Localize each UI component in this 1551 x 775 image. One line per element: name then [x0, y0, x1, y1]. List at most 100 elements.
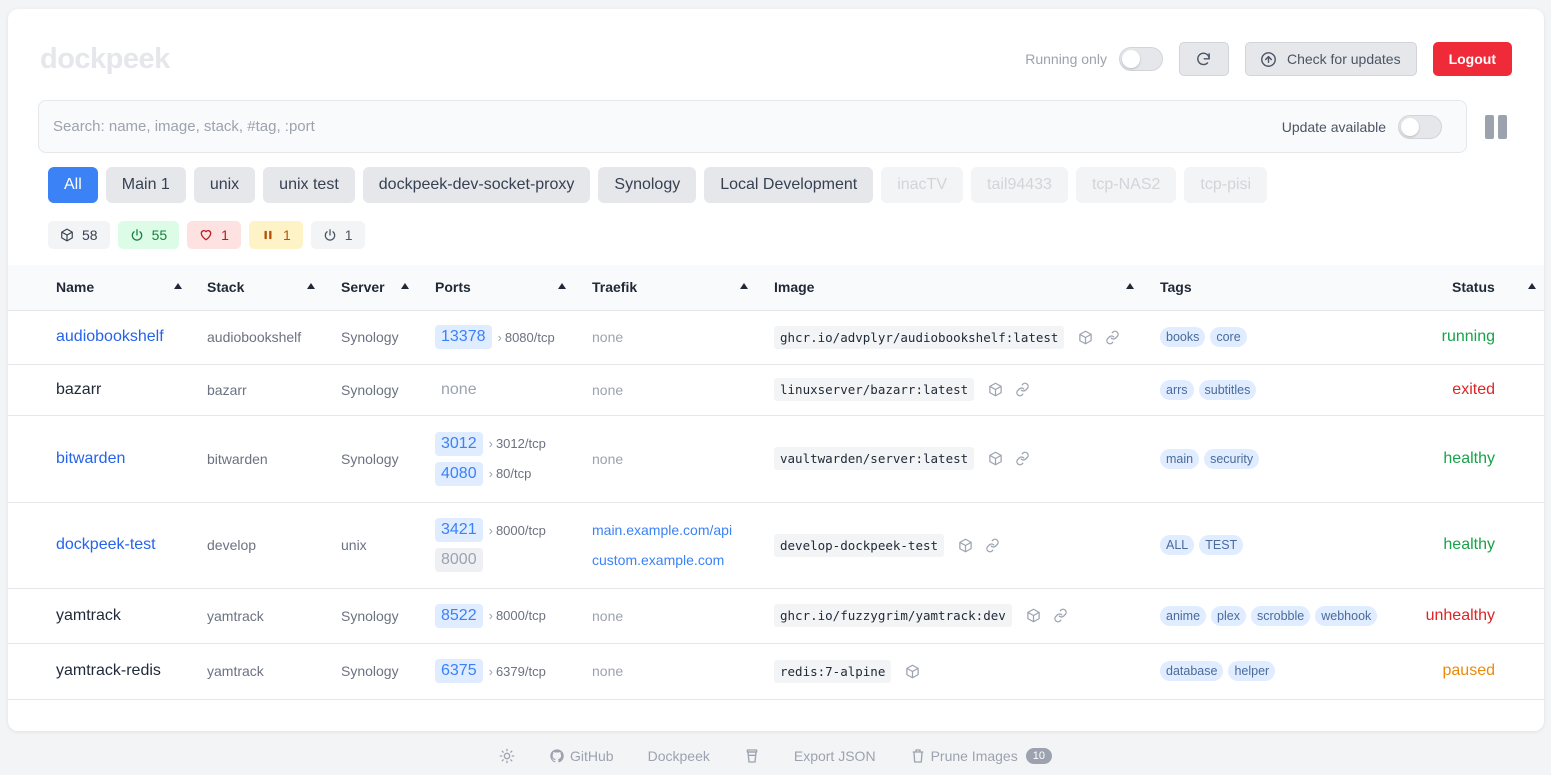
- logout-button[interactable]: Logout: [1432, 42, 1512, 76]
- check-updates-button[interactable]: Check for updates: [1244, 42, 1417, 76]
- tag-chip[interactable]: ALL: [1160, 535, 1195, 555]
- pause-small-icon: [264, 230, 272, 240]
- col-ports-header[interactable]: Ports: [435, 265, 592, 310]
- port-mapping: 3421 8000/tcp: [435, 518, 592, 542]
- link-icon[interactable]: [985, 538, 1000, 553]
- running-count-badge[interactable]: 55: [117, 221, 180, 249]
- col-traefik-header[interactable]: Traefik: [592, 265, 774, 310]
- host-port-link[interactable]: 8522: [435, 603, 483, 628]
- coffee-link[interactable]: [744, 748, 760, 764]
- col-server-header[interactable]: Server: [341, 265, 435, 310]
- server-filter-9[interactable]: tcp-NAS2: [1075, 167, 1177, 203]
- image-name: ghcr.io/advplyr/audiobookshelf:latest: [774, 325, 1065, 349]
- server-filter-0[interactable]: All: [48, 167, 98, 203]
- cube-icon[interactable]: [958, 538, 973, 553]
- upload-circle-icon: [1261, 51, 1276, 67]
- host-port-link[interactable]: 6375: [435, 659, 483, 683]
- host-port-link[interactable]: 8000: [435, 548, 483, 572]
- theme-toggle[interactable]: [499, 748, 515, 764]
- update-available-label: Update available: [1281, 118, 1386, 135]
- server-filter-1[interactable]: Main 1: [105, 167, 186, 203]
- tag-chip[interactable]: core: [1210, 327, 1247, 347]
- col-image-header[interactable]: Image: [774, 265, 1160, 310]
- refresh-button[interactable]: [1178, 42, 1229, 76]
- container-port: 8080/tcp: [498, 330, 555, 345]
- paused-count-badge[interactable]: 1: [248, 221, 303, 249]
- cube-icon[interactable]: [1078, 330, 1093, 345]
- container-name[interactable]: audiobookshelf: [8, 310, 207, 364]
- exited-count-badge[interactable]: 1: [310, 221, 365, 249]
- port-mapping: 13378 8080/tcp: [435, 325, 592, 349]
- col-status-header[interactable]: Status: [1410, 265, 1544, 310]
- cube-icon: [61, 228, 73, 242]
- server-filter-7[interactable]: inacTV: [881, 167, 963, 203]
- host-port-link[interactable]: 3012: [435, 431, 483, 456]
- cube-icon[interactable]: [988, 382, 1003, 397]
- tag-chip[interactable]: subtitles: [1198, 379, 1257, 400]
- container-stack: audiobookshelf: [207, 329, 302, 345]
- port-mapping: 8000: [435, 548, 592, 572]
- container-server: Synology: [341, 450, 399, 467]
- col-tags-header[interactable]: Tags: [1160, 265, 1410, 310]
- server-filter-10[interactable]: tcp-pisi: [1184, 167, 1268, 203]
- server-filter-2[interactable]: unix: [193, 167, 256, 203]
- traefik-none: none: [592, 450, 624, 467]
- export-json-button[interactable]: Export JSON: [794, 748, 876, 764]
- power-icon: [131, 229, 142, 241]
- dockpeek-label: Dockpeek: [647, 748, 710, 764]
- host-port-link[interactable]: 13378: [435, 325, 492, 349]
- link-icon[interactable]: [1015, 382, 1030, 397]
- tag-chip[interactable]: plex: [1211, 605, 1246, 626]
- container-server: Synology: [341, 663, 399, 679]
- traefik-route-link[interactable]: custom.example.com: [592, 545, 774, 575]
- col-name-header[interactable]: Name: [8, 265, 207, 310]
- tag-chip[interactable]: database: [1160, 661, 1224, 681]
- tag-chip[interactable]: anime: [1160, 605, 1207, 626]
- container-name[interactable]: bitwarden: [8, 415, 207, 502]
- host-port-link[interactable]: 3421: [435, 518, 483, 542]
- total-count: 58: [82, 227, 98, 243]
- running-only-toggle[interactable]: [1118, 47, 1163, 71]
- traefik-none: none: [592, 381, 624, 398]
- tag-chip[interactable]: security: [1204, 448, 1260, 469]
- host-port-link[interactable]: 4080: [435, 461, 483, 486]
- dockpeek-link[interactable]: Dockpeek: [648, 748, 710, 764]
- link-icon[interactable]: [1105, 330, 1120, 345]
- traefik-none: none: [592, 329, 624, 345]
- total-count-badge[interactable]: 58: [48, 221, 110, 249]
- server-filter-3[interactable]: unix test: [263, 167, 355, 203]
- pause-icon[interactable]: [1485, 115, 1509, 139]
- github-link[interactable]: GitHub: [549, 748, 614, 764]
- server-filter-4[interactable]: dockpeek-dev-socket-proxy: [362, 167, 591, 203]
- update-available-toggle[interactable]: [1398, 114, 1442, 139]
- image-cell: ghcr.io/advplyr/audiobookshelf:latest: [774, 310, 1160, 364]
- tag-chip[interactable]: scrobble: [1250, 605, 1311, 626]
- tag-chip[interactable]: webhook: [1315, 605, 1378, 626]
- unhealthy-count-badge[interactable]: 1: [187, 221, 241, 249]
- tag-chip[interactable]: helper: [1228, 661, 1276, 681]
- tag-chip[interactable]: arrs: [1160, 379, 1194, 400]
- tags-cell: arrs subtitles: [1160, 364, 1410, 415]
- traefik-route-link[interactable]: main.example.com/api: [592, 515, 774, 545]
- prune-images-button[interactable]: Prune Images 10: [910, 748, 1052, 764]
- cube-icon[interactable]: [988, 451, 1003, 466]
- cube-icon[interactable]: [1026, 608, 1041, 623]
- server-filter-bar: All Main 1 unix unix test dockpeek-dev-socke…: [48, 167, 1268, 203]
- tag-chip[interactable]: TEST: [1199, 535, 1244, 555]
- col-stack-header[interactable]: Stack: [207, 265, 341, 310]
- link-icon[interactable]: [1015, 451, 1030, 466]
- search-input[interactable]: [53, 118, 1282, 135]
- container-stack: develop: [207, 537, 257, 553]
- tag-chip[interactable]: books: [1160, 327, 1206, 347]
- container-name[interactable]: dockpeek-test: [8, 502, 207, 588]
- status-label: unhealthy: [1425, 606, 1495, 624]
- tag-chip[interactable]: main: [1160, 448, 1200, 469]
- link-icon[interactable]: [1053, 608, 1068, 623]
- image-cell: linuxserver/bazarr:latest: [774, 364, 1160, 415]
- server-filter-8[interactable]: tail94433: [971, 167, 1068, 203]
- server-filter-5[interactable]: Synology: [598, 167, 697, 203]
- image-name: redis:7-alpine: [774, 659, 892, 683]
- main-card: dockpeek Running only Check for updates …: [8, 9, 1544, 731]
- server-filter-6[interactable]: Local Development: [704, 167, 874, 203]
- cube-icon[interactable]: [905, 664, 920, 679]
